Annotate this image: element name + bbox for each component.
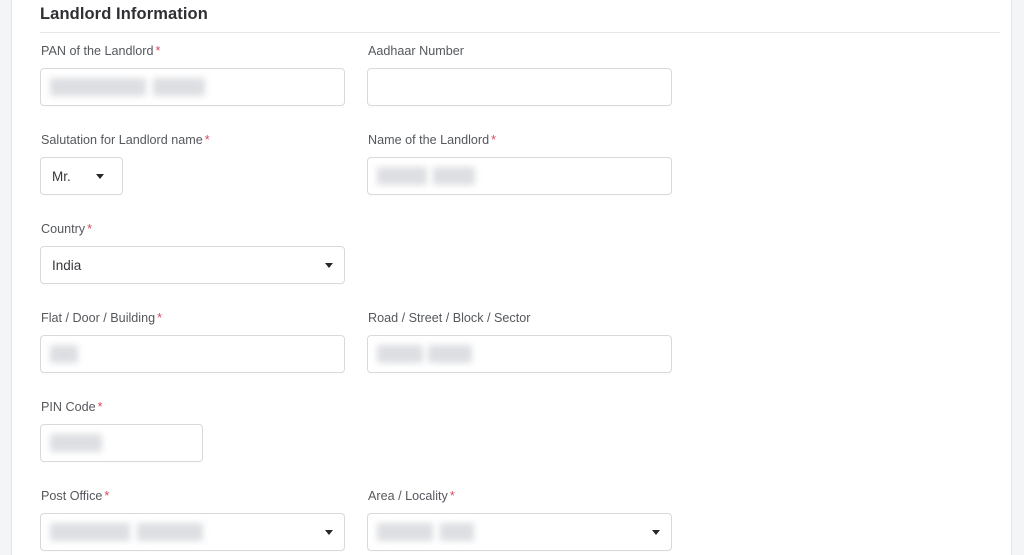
field-area-locality: Area / Locality * [367,489,672,551]
pan-input[interactable] [40,68,345,106]
field-aadhaar: Aadhaar Number [367,44,672,106]
chevron-down-icon [96,174,104,179]
label-road-street-block-sector: Road / Street / Block / Sector [368,311,531,325]
redacted-value [377,523,433,541]
required-asterisk: * [449,489,455,503]
aadhaar-input[interactable] [367,68,672,106]
required-asterisk: * [97,400,103,414]
section-divider [40,32,1000,33]
field-landlord-name: Name of the Landlord * [367,133,672,195]
form-panel: Landlord Information PAN of the Landlord… [12,0,1011,555]
form-row: Post Office * Area / Locality * [40,489,1000,555]
redacted-value [377,345,423,363]
form-row: PAN of the Landlord * Aadhaar Number [40,44,1000,133]
chevron-down-icon [325,530,333,535]
pin-code-input[interactable] [40,424,203,462]
field-pin-code: PIN Code * [40,400,203,462]
redacted-value [428,345,472,363]
area-locality-select[interactable] [367,513,672,551]
label-flat-door-building: Flat / Door / Building * [41,311,163,325]
redacted-value [50,345,78,363]
section-header: Landlord Information [40,4,1000,33]
form-row: Country * India [40,222,1000,311]
form-row: Flat / Door / Building * Road / Street / … [40,311,1000,400]
salutation-select[interactable]: Mr. [40,157,123,195]
page-background: Landlord Information PAN of the Landlord… [0,0,1024,555]
required-asterisk: * [491,133,497,147]
label-landlord-name: Name of the Landlord * [368,133,497,147]
salutation-value: Mr. [52,169,71,184]
chevron-down-icon [325,263,333,268]
redacted-value [377,167,427,185]
form-row: Salutation for Landlord name * Mr. Name o… [40,133,1000,222]
label-aadhaar: Aadhaar Number [368,44,464,58]
label-pan: PAN of the Landlord * [41,44,161,58]
field-country: Country * India [40,222,345,284]
field-pan: PAN of the Landlord * [40,44,345,106]
label-salutation: Salutation for Landlord name * [41,133,210,147]
field-salutation: Salutation for Landlord name * Mr. [40,133,210,195]
field-road-street-block-sector: Road / Street / Block / Sector [367,311,672,373]
left-gutter [0,0,11,555]
redacted-value [50,78,146,96]
country-select[interactable]: India [40,246,345,284]
redacted-value [433,167,475,185]
label-country: Country * [41,222,93,236]
redacted-value [50,523,130,541]
redacted-value [50,434,102,452]
required-asterisk: * [87,222,93,236]
required-asterisk: * [155,44,161,58]
landlord-information-form: PAN of the Landlord * Aadhaar Number Sal… [40,44,1000,555]
chevron-down-icon [652,530,660,535]
road-street-block-sector-input[interactable] [367,335,672,373]
field-flat-door-building: Flat / Door / Building * [40,311,345,373]
landlord-name-input[interactable] [367,157,672,195]
field-post-office: Post Office * [40,489,345,551]
page-title: Landlord Information [40,5,208,23]
form-row: PIN Code * [40,400,1000,489]
redacted-value [137,523,203,541]
label-post-office: Post Office * [41,489,110,503]
label-pin-code: PIN Code * [41,400,103,414]
label-area-locality: Area / Locality * [368,489,455,503]
redacted-value [440,523,474,541]
flat-door-building-input[interactable] [40,335,345,373]
redacted-value [153,78,205,96]
right-gutter [1012,0,1024,555]
country-value: India [52,258,82,273]
required-asterisk: * [104,489,110,503]
post-office-select[interactable] [40,513,345,551]
required-asterisk: * [204,133,210,147]
required-asterisk: * [157,311,163,325]
